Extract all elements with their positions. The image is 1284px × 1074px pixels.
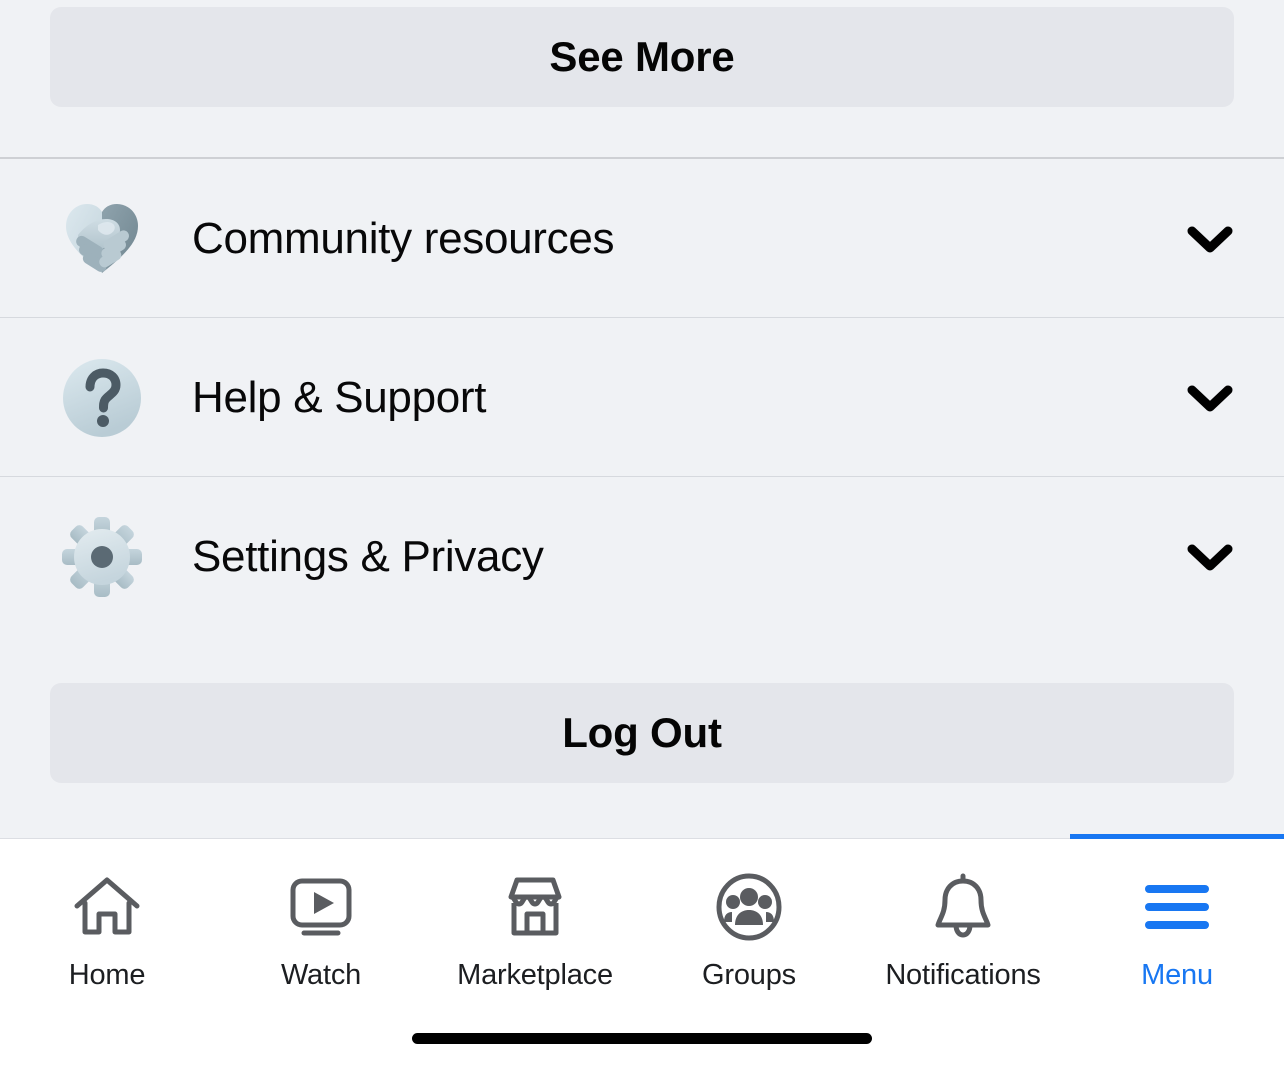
tab-label: Menu <box>1141 959 1213 991</box>
facebook-menu-screen: See More Community resources Help & Supp… <box>0 0 1284 1074</box>
active-tab-indicator <box>1070 834 1284 839</box>
tab-marketplace[interactable]: Marketplace <box>428 839 642 1019</box>
tab-label: Watch <box>280 959 362 991</box>
menu-row-help-support[interactable]: Help & Support <box>0 318 1284 477</box>
menu-row-community-resources[interactable]: Community resources <box>0 159 1284 318</box>
menu-row-label: Help & Support <box>192 372 487 422</box>
menu-scroll-area: See More Community resources Help & Supp… <box>0 0 1284 838</box>
home-icon <box>70 869 144 945</box>
tab-label: Home <box>68 959 146 991</box>
bell-icon <box>926 869 1000 945</box>
home-indicator <box>412 1033 872 1044</box>
hamburger-icon <box>1140 869 1214 945</box>
tab-groups[interactable]: Groups <box>642 839 856 1019</box>
see-more-button[interactable]: See More <box>50 7 1234 107</box>
tab-menu[interactable]: Menu <box>1070 834 1284 1019</box>
question-mark-circle-icon <box>58 354 146 442</box>
tab-label: Marketplace <box>457 959 613 991</box>
people-circle-icon <box>712 869 786 945</box>
tab-watch[interactable]: Watch <box>214 839 428 1019</box>
log-out-button[interactable]: Log Out <box>50 683 1234 783</box>
tab-label: Notifications <box>885 959 1041 991</box>
menu-row-settings-privacy[interactable]: Settings & Privacy <box>0 477 1284 636</box>
gear-icon <box>58 513 146 601</box>
handshake-heart-icon <box>58 195 146 283</box>
see-more-label: See More <box>549 33 735 80</box>
chevron-down-icon[interactable] <box>1184 213 1236 265</box>
chevron-down-icon[interactable] <box>1184 531 1236 583</box>
tab-home[interactable]: Home <box>0 839 214 1019</box>
tab-label: Groups <box>702 959 796 991</box>
video-play-icon <box>284 869 358 945</box>
storefront-icon <box>498 869 572 945</box>
chevron-down-icon[interactable] <box>1184 372 1236 424</box>
menu-row-label: Community resources <box>192 213 615 263</box>
tab-notifications[interactable]: Notifications <box>856 839 1070 1019</box>
menu-row-label: Settings & Privacy <box>192 531 544 581</box>
log-out-label: Log Out <box>562 709 722 756</box>
